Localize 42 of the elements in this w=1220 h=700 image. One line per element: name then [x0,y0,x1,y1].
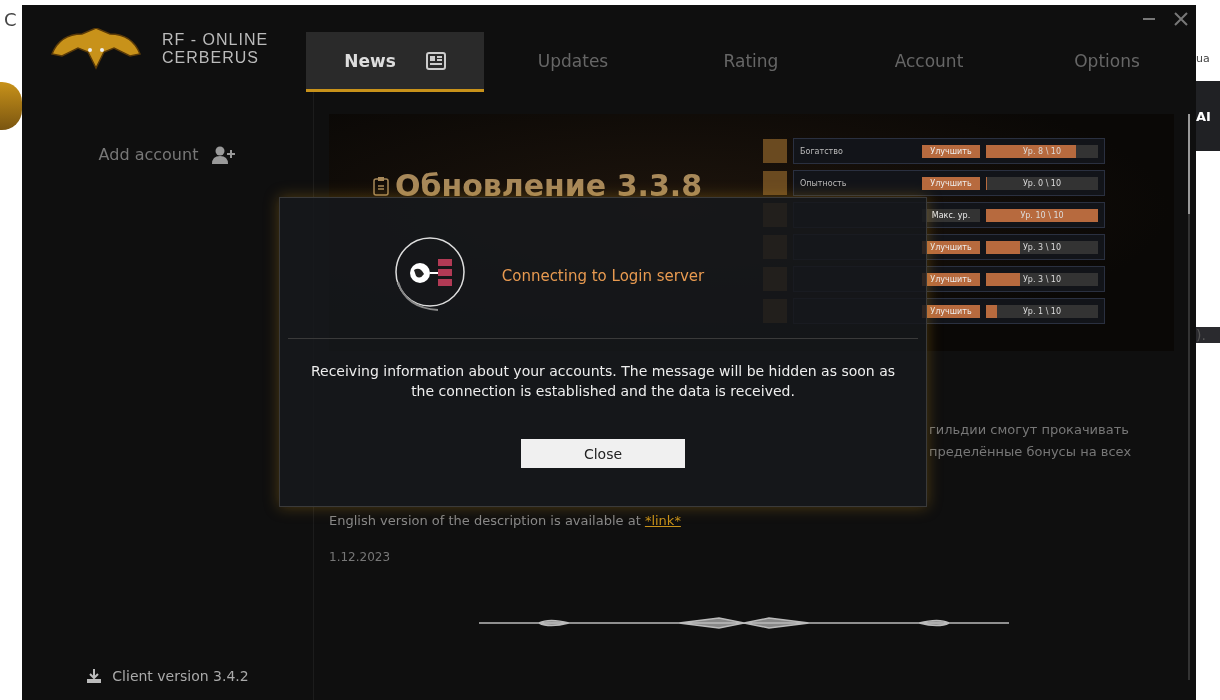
clipboard-icon [373,175,389,196]
close-button[interactable]: Close [521,439,685,468]
skill-name: Опытность [800,178,848,188]
skill-level-text: Ур. 1 \ 10 [1021,305,1063,318]
download-icon [86,668,103,684]
newspaper-icon [425,51,446,70]
skill-level-text: Ур. 3 \ 10 [1021,241,1063,254]
skill-level-text: Ур. 8 \ 10 [1021,145,1063,158]
dialog-title: Connecting to Login server [501,267,705,285]
skill-level-text: Ур. 3 \ 10 [1021,273,1063,286]
logo-text: RF - ONLINE [162,30,269,49]
scrollbar-thumb[interactable] [1188,114,1190,214]
skill-level-text: Ур. 0 \ 10 [1021,177,1063,190]
background-text: C [4,10,18,30]
image-fragment [0,82,22,130]
logo-text: CERBERUS [162,48,260,67]
background-text: AI [1196,108,1211,124]
description-note: English version of the description is available at *link* [329,513,682,528]
skill-level-text: Ур. 10 \ 10 [1019,209,1065,222]
close-icon[interactable] [1174,11,1188,26]
add-user-icon [212,145,237,164]
upgrade-button[interactable]: Улучшить [922,176,980,190]
article-text: пределённые бонусы на всех [929,443,1133,461]
add-account-button[interactable]: Add account [92,144,243,165]
background-text: ua [1196,52,1211,65]
logo-icon [50,27,142,70]
tab[interactable]: News [306,32,484,92]
tab[interactable]: Options [1018,32,1196,92]
tab[interactable]: Updates [484,32,662,92]
tab[interactable]: Account [840,32,1018,92]
tab[interactable]: Rating [662,32,840,92]
client-version-text: Client version 3.4.2 [112,668,249,684]
upgrade-button[interactable]: Улучшить [922,144,980,158]
dialog-message: Receiving information about your accounts. The message will be hidden as soon as the connection is established and the data is received. [309,362,897,401]
banner-title: Обновление 3.3.8 [395,168,703,203]
skill-icon [763,171,787,195]
skill-icon [763,139,787,163]
skill-name: Богатство [800,146,844,156]
description-link[interactable]: *link* [644,513,681,528]
news-date: 1.12.2023 [329,550,392,564]
background-text: ). [1196,327,1220,343]
article-text: гильдии смогут прокачивать [929,421,1130,439]
